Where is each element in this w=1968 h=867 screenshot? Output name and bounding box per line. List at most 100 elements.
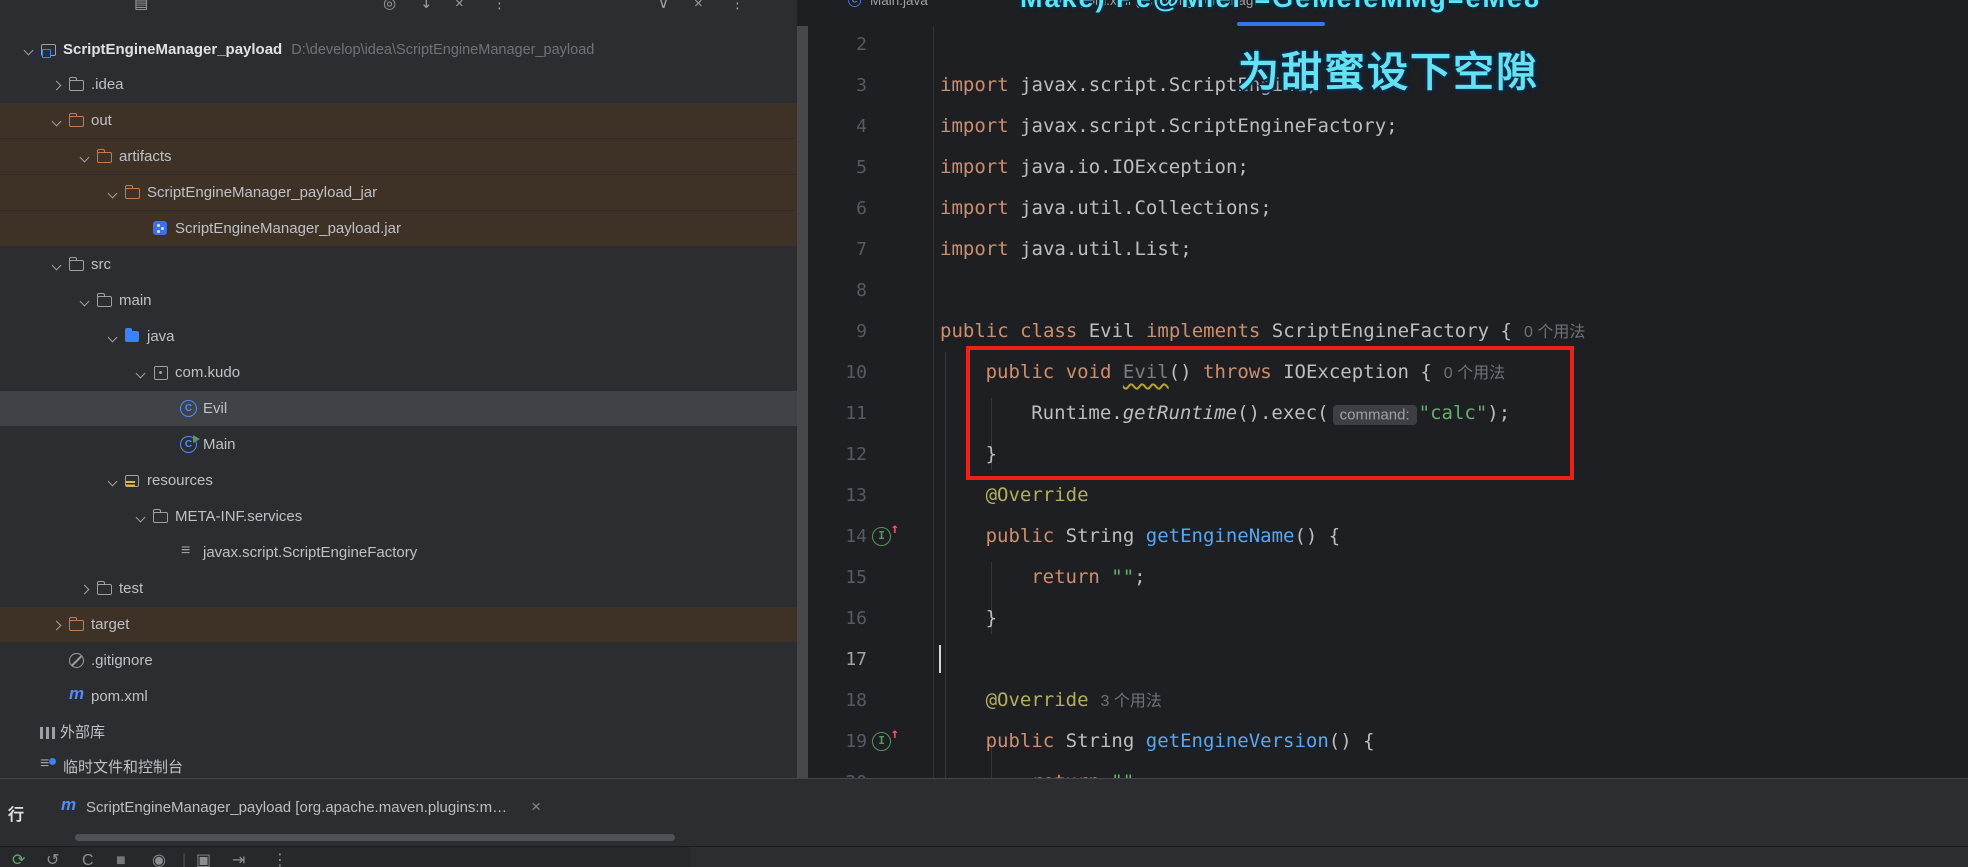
tree-item-src[interactable]: src — [0, 247, 797, 282]
close-icon[interactable]: × — [531, 797, 541, 817]
project-tree: ScriptEngineManager_payload D:\develop\id… — [0, 26, 797, 778]
kebab-icon[interactable]: ⋮ — [730, 0, 745, 13]
chevron-down-icon[interactable] — [52, 117, 60, 125]
more-icon[interactable]: ⋮ — [492, 0, 507, 13]
run-panel-title: 行 — [8, 807, 25, 824]
kebab-icon[interactable]: ⋮ — [272, 853, 288, 867]
code-token: () — [1168, 361, 1203, 383]
hide-icon[interactable]: × — [694, 0, 703, 13]
horizontal-scrollbar[interactable] — [75, 834, 675, 841]
line-number: 3 — [856, 75, 867, 96]
code-line-12: } — [940, 434, 997, 475]
close-icon[interactable]: × — [455, 0, 464, 13]
code-line-19: public String getEngineVersion() { — [940, 721, 1375, 762]
panel-splitter[interactable] — [797, 26, 808, 778]
code-token: "" — [1111, 566, 1135, 588]
eye-icon[interactable]: ◉ — [152, 853, 166, 867]
tree-item-evil[interactable]: Evil — [0, 391, 797, 426]
code-token: getEngineVersion — [1145, 730, 1329, 752]
tree-item-resources[interactable]: resources — [0, 463, 797, 498]
locate-file-icon[interactable]: ◎ — [383, 0, 396, 13]
tree-item-meta-inf-services[interactable]: META-INF.services — [0, 499, 797, 534]
tree-item-com-kudo[interactable]: com.kudo — [0, 355, 797, 390]
no-chevron — [164, 441, 172, 449]
panel-icon[interactable]: ▤ — [134, 0, 148, 13]
code-token: java.io.IOException; — [1008, 156, 1249, 178]
tree-item-label: .idea — [91, 76, 124, 93]
tree-item-pom-xml[interactable]: pom.xml — [0, 679, 797, 714]
tree-item-scriptenginemanager-payload-jar[interactable]: ScriptEngineManager_payload.jar — [0, 211, 797, 246]
screenshot-icon[interactable]: ▣ — [196, 853, 211, 867]
tree-item-main[interactable]: Main — [0, 427, 797, 462]
no-chevron — [24, 728, 32, 736]
parameter-hint-inlay: command: — [1332, 404, 1417, 425]
tree-item--[interactable]: 外部库 — [0, 714, 797, 749]
project-icon — [40, 41, 58, 58]
tree-item--gitignore[interactable]: .gitignore — [0, 643, 797, 678]
code-editor[interactable]: 2 3 import javax.script.ScriptEngine; 4 impo… — [808, 26, 1968, 778]
chevron-down-icon[interactable] — [108, 189, 116, 197]
tree-item-javax-script-scriptenginefactory[interactable]: javax.script.ScriptEngineFactory — [0, 535, 797, 570]
code-token: Runtime. — [1031, 402, 1123, 424]
resume-icon[interactable]: C — [82, 853, 94, 867]
editor-tab-main-java[interactable]: Main.java — [846, 0, 928, 9]
code-line-15: return ""; — [940, 557, 1145, 598]
chevron-down-icon[interactable] — [108, 477, 116, 485]
tree-item--[interactable]: 临时文件和控制台 — [0, 749, 797, 778]
folder-icon — [68, 76, 86, 93]
chevron-down-icon[interactable] — [108, 333, 116, 341]
code-token: ); — [1487, 402, 1511, 424]
collapse-all-icon[interactable]: ↧ — [420, 0, 433, 13]
tree-item-target[interactable]: target — [0, 607, 797, 642]
chevron-right-icon[interactable] — [52, 81, 60, 89]
code-token: public — [940, 320, 1009, 342]
undo-icon[interactable]: ↺ — [46, 853, 59, 867]
tree-item-label: ScriptEngineManager_payload_jar — [147, 184, 378, 201]
tree-item--idea[interactable]: .idea — [0, 67, 797, 102]
implementing-method-icon[interactable]: I — [872, 726, 899, 751]
tree-item-label: 临时文件和控制台 — [63, 759, 184, 776]
chevron-down-icon[interactable] — [52, 261, 60, 269]
folder-icon — [96, 292, 114, 309]
chevron-down-icon[interactable] — [80, 297, 88, 305]
tree-item-test[interactable]: test — [0, 571, 797, 606]
tree-item-scriptenginemanager-payload-jar[interactable]: ScriptEngineManager_payload_jar — [0, 175, 797, 210]
karaoke-caption-clip: Make) Pe@Mier =GeMeieMMg=eMe8 — [1015, 0, 1968, 15]
implementing-method-icon[interactable]: I — [872, 521, 899, 546]
import-icon[interactable]: ⇥ — [232, 853, 245, 867]
tree-item-label: artifacts — [119, 148, 172, 165]
code-token: throws — [1203, 361, 1272, 383]
chevron-down-icon[interactable] — [24, 46, 32, 54]
code-line-6: import java.util.Collections; — [940, 188, 1272, 229]
chevron-down-icon[interactable] — [136, 513, 144, 521]
tree-item-main[interactable]: main — [0, 283, 797, 318]
tree-item-java[interactable]: java — [0, 319, 797, 354]
tree-item-artifacts[interactable]: artifacts — [0, 139, 797, 174]
chevron-right-icon[interactable] — [52, 621, 60, 629]
run-config-tab[interactable]: ScriptEngineManager_payload [org.apache.… — [52, 795, 541, 817]
code-line-4: import javax.script.ScriptEngineFactory; — [940, 106, 1398, 147]
tree-item-label: src — [91, 256, 111, 273]
line-number: 17 — [845, 649, 867, 670]
line-number: 4 — [856, 116, 867, 137]
code-line-13: @Override — [940, 475, 1089, 516]
class-icon — [180, 400, 198, 417]
tree-item-scriptenginemanager-payload[interactable]: ScriptEngineManager_payload D:\develop\id… — [0, 32, 797, 67]
chevron-down-icon[interactable] — [136, 369, 144, 377]
code-token: getRuntime — [1122, 402, 1238, 424]
chevron-down-icon[interactable] — [80, 153, 88, 161]
run-tool-window: 行 ScriptEngineManager_payload [org.apach… — [0, 778, 1968, 867]
stop-icon[interactable]: ■ — [116, 853, 126, 867]
file-lines-icon — [180, 542, 198, 561]
tree-item-out[interactable]: out — [0, 103, 797, 138]
line-number: 7 — [856, 239, 867, 260]
no-chevron — [52, 693, 60, 701]
maven-icon — [60, 795, 78, 816]
chevron-right-icon[interactable] — [80, 585, 88, 593]
tree-item-label: 外部库 — [60, 724, 106, 741]
code-token: return — [1031, 771, 1100, 778]
chevron-down-icon[interactable]: ∨ — [658, 0, 669, 13]
rerun-icon[interactable]: ⟳ — [12, 853, 25, 867]
